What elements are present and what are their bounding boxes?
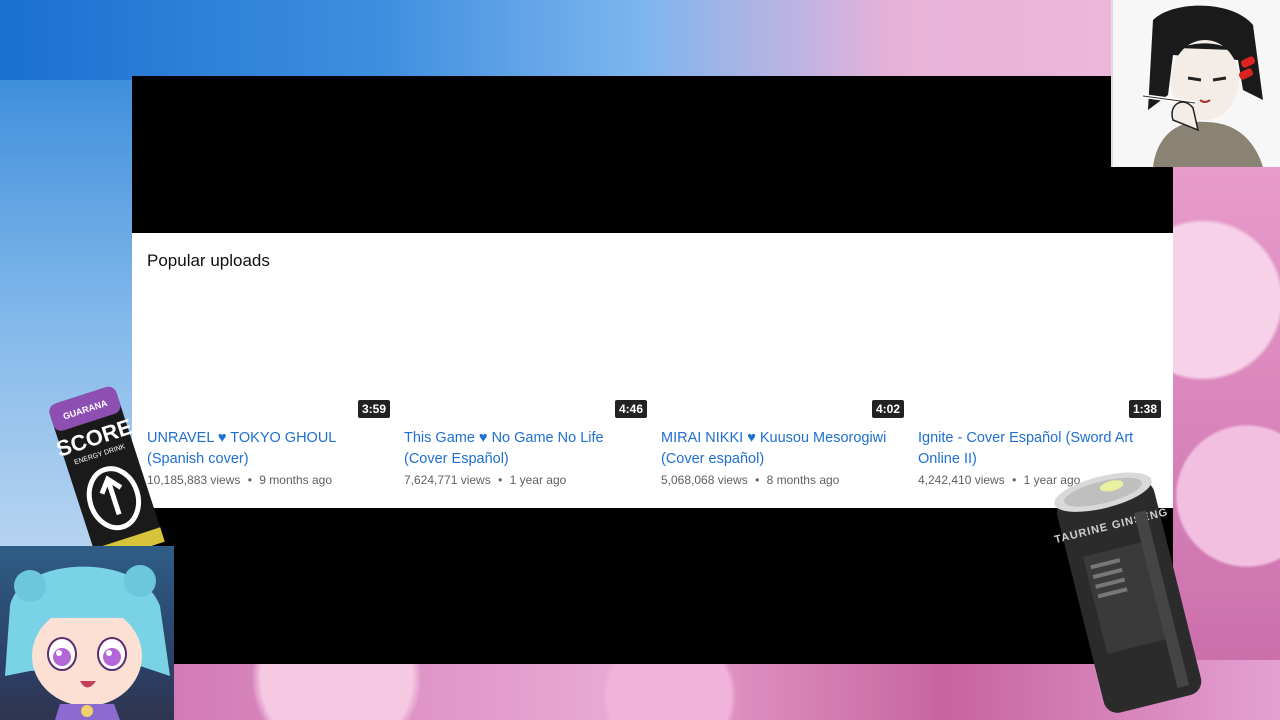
letterbox-top	[132, 76, 1173, 233]
duration-badge: 4:46	[614, 400, 647, 418]
video-title-link[interactable]: This Game ♥ No Game No Life (Cover Españ…	[404, 428, 647, 470]
anime-girl-illustration	[1111, 0, 1280, 167]
duration-badge: 3:59	[357, 400, 390, 418]
duration-badge: 4:02	[871, 400, 904, 418]
anime-girl-icon	[1113, 0, 1280, 167]
video-meta: 5,068,068 views • 8 months ago	[661, 473, 839, 487]
chibi-character-illustration	[0, 546, 174, 720]
upload-age: 8 months ago	[766, 473, 840, 487]
view-count: 7,624,771 views	[404, 473, 491, 487]
duration-badge: 1:38	[1128, 400, 1161, 418]
video-title-link[interactable]: MIRAI NIKKI ♥ Kuusou Mesorogiwi (Cover e…	[661, 428, 904, 470]
video-card[interactable]: 3:59 UNRAVEL ♥ TOKYO GHOUL (Spanish cove…	[147, 278, 390, 487]
section-title: Popular uploads	[147, 251, 270, 270]
video-title-link[interactable]: UNRAVEL ♥ TOKYO GHOUL (Spanish cover)	[147, 428, 390, 470]
meta-separator: •	[247, 473, 252, 487]
video-card[interactable]: 4:46 This Game ♥ No Game No Life (Cover …	[404, 278, 647, 487]
meta-separator: •	[1012, 473, 1017, 487]
meta-separator: •	[498, 473, 503, 487]
video-thumbnail[interactable]: 4:46	[404, 278, 647, 418]
meta-separator: •	[755, 473, 760, 487]
monster-energy-can-icon: TAURINE GINSENG	[1053, 472, 1202, 713]
view-count: 4,242,410 views	[918, 473, 1005, 487]
video-thumbnail[interactable]: 1:38	[918, 278, 1161, 418]
video-thumbnail[interactable]: 4:02	[661, 278, 904, 418]
chibi-girl-icon	[5, 565, 170, 720]
video-thumbnail[interactable]: 3:59	[147, 278, 390, 418]
upload-age: 9 months ago	[259, 473, 333, 487]
video-card[interactable]: 4:02 MIRAI NIKKI ♥ Kuusou Mesorogiwi (Co…	[661, 278, 904, 487]
background-sky	[0, 0, 1280, 80]
video-card[interactable]: 1:38 Ignite - Cover Español (Sword Art O…	[918, 278, 1161, 487]
video-meta: 7,624,771 views • 1 year ago	[404, 473, 566, 487]
popular-uploads-panel: Popular uploads 3:59 UNRAVEL ♥ TOKYO GHO…	[132, 233, 1173, 508]
score-energy-can-icon: GUARANA SCORE ENERGY DRINK	[49, 386, 165, 560]
upload-age: 1 year ago	[509, 473, 567, 487]
view-count: 5,068,068 views	[661, 473, 748, 487]
captured-screen: Popular uploads 3:59 UNRAVEL ♥ TOKYO GHO…	[132, 76, 1173, 664]
letterbox-bottom	[132, 508, 1173, 664]
